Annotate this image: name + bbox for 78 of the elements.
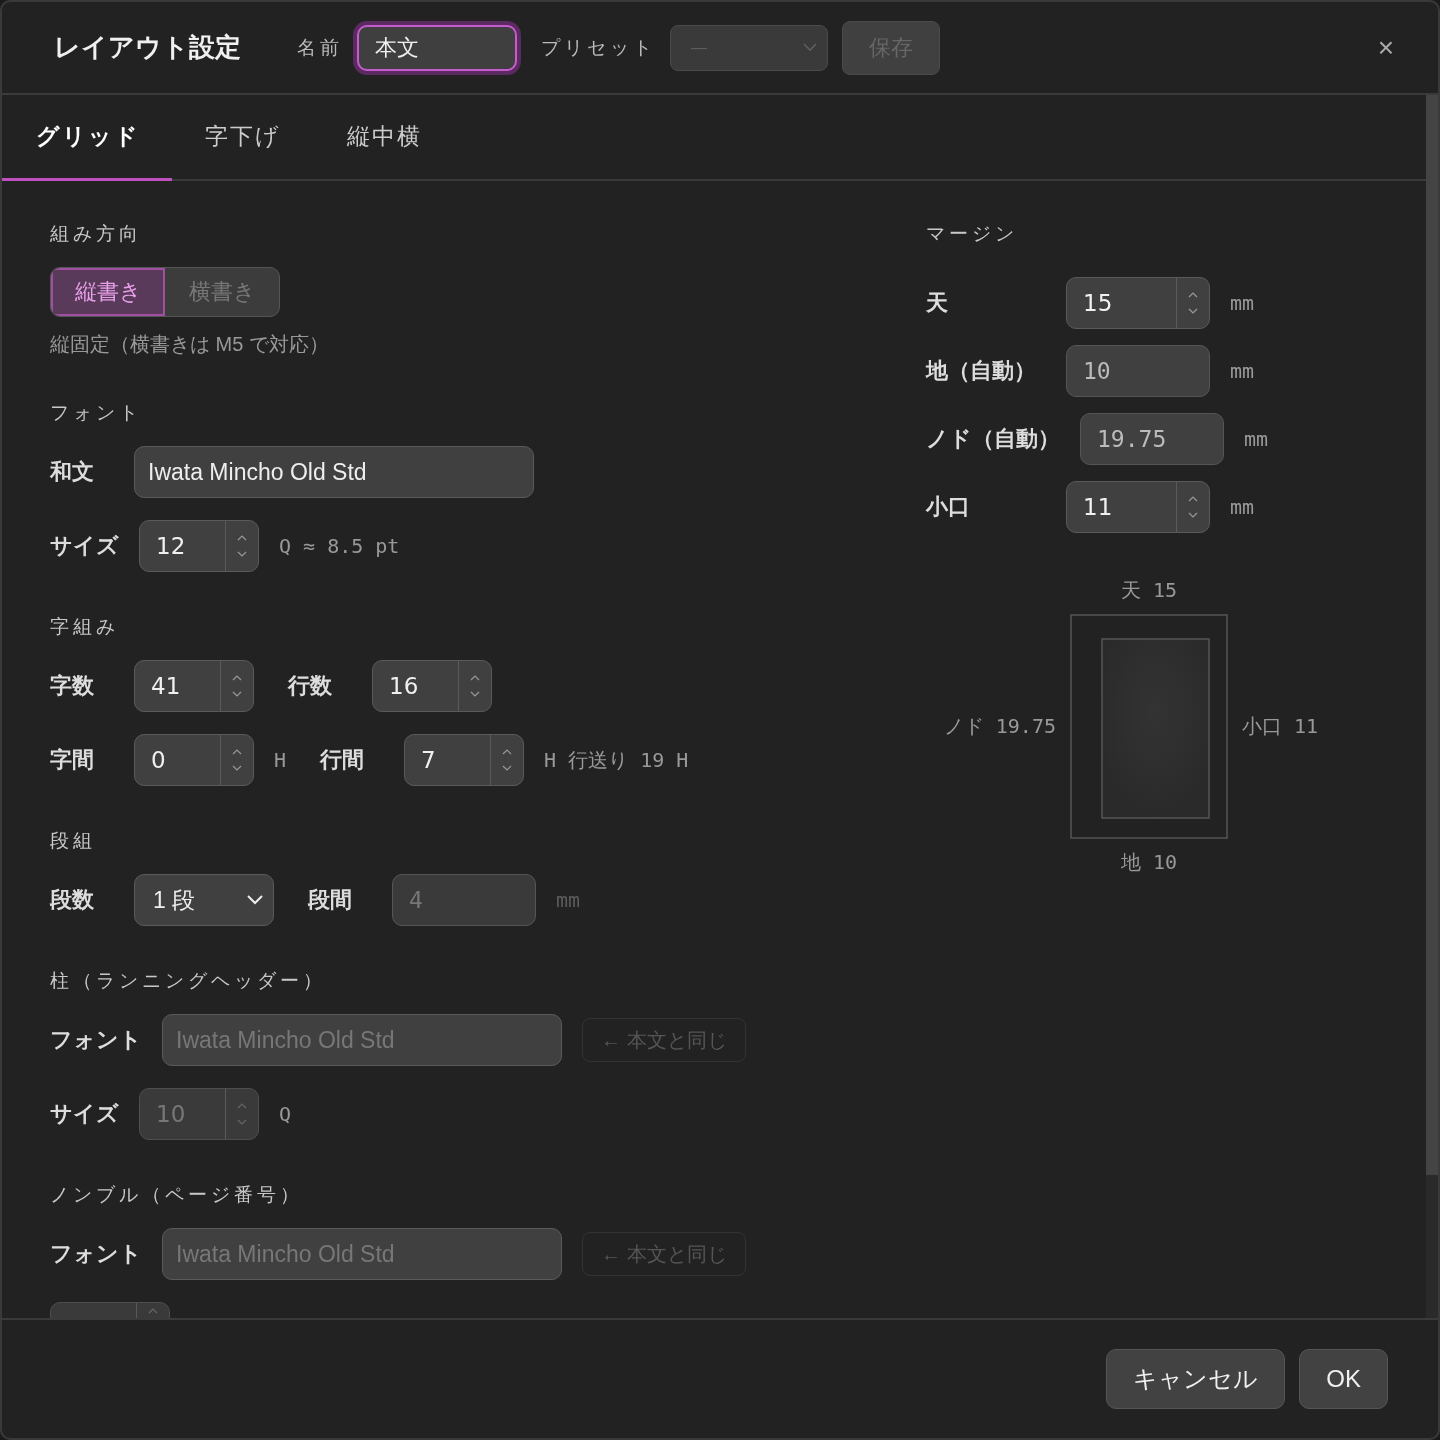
chevron-down-icon: [1188, 308, 1198, 314]
field-label: ノド（自動）: [926, 425, 1060, 453]
field-label: 和文: [50, 458, 95, 486]
chevron-up-icon: [1188, 496, 1198, 502]
unit-text: mm: [1244, 427, 1269, 451]
field-label: フォント: [50, 1240, 142, 1268]
chevron-up-icon: [232, 749, 242, 755]
field-label: 行間: [320, 746, 366, 774]
number-spinner[interactable]: 7: [404, 734, 525, 786]
number-spinner[interactable]: 15: [1066, 277, 1210, 329]
chevron-down-icon: [232, 765, 242, 771]
margin-label: 天 15: [1120, 577, 1178, 604]
chevron-down-icon: [470, 691, 480, 697]
field-label: 段間: [308, 886, 353, 914]
section-heading: 段組: [50, 829, 97, 853]
scrollbar-thumb[interactable]: [1426, 95, 1438, 1175]
chevron-up-icon: [148, 1308, 158, 1314]
section-heading: 組み方向: [50, 222, 143, 246]
number-spinner[interactable]: 16: [372, 660, 492, 712]
chevron-down-icon: [237, 551, 247, 557]
margin-label: 小口 11: [1242, 713, 1320, 740]
chevron-up-icon: [237, 1103, 247, 1109]
close-button[interactable]: ×: [1373, 31, 1398, 64]
chevron-down-icon: [502, 765, 513, 771]
hint-text: 縦固定（横書きは M5 で対応）: [50, 332, 329, 357]
field-label: 行数: [288, 672, 333, 700]
number-spinner[interactable]: 12: [139, 520, 259, 572]
section-heading: マージン: [926, 222, 1019, 246]
number-field[interactable]: 10: [1066, 345, 1210, 397]
tab[interactable]: 縦中横: [314, 95, 455, 181]
dialog-title: レイアウト設定: [54, 31, 241, 64]
unit-text: mm: [1230, 359, 1255, 383]
preset-label: プリセット: [541, 35, 656, 60]
field-label: 地（自動）: [926, 357, 1037, 385]
field-label: 字数: [50, 672, 95, 700]
segment-button[interactable]: 縦書き: [51, 268, 165, 316]
number-spinner[interactable]: 0: [134, 734, 254, 786]
field-label: 段数: [50, 886, 95, 914]
tab[interactable]: 字下げ: [172, 95, 314, 181]
field-label: フォント: [50, 1026, 142, 1054]
section-heading: フォント: [50, 401, 143, 425]
chevron-up-icon: [502, 749, 513, 755]
section-heading: 柱（ランニングヘッダー）: [50, 969, 327, 993]
field-label: 天: [926, 289, 949, 317]
chevron-up-icon: [237, 535, 247, 541]
unit-text: mm: [1230, 495, 1255, 519]
field-label: サイズ: [50, 532, 119, 560]
margin-label: 地 10: [1120, 849, 1178, 876]
field-label: 字間: [50, 746, 95, 774]
unit-text: H: [274, 748, 287, 772]
section-heading: 字組み: [50, 615, 120, 639]
unit-text: Q ≈ 8.5 pt: [279, 534, 400, 558]
dialog-button[interactable]: キャンセル: [1106, 1349, 1286, 1409]
columns-dropdown[interactable]: 1 段: [134, 874, 274, 926]
field-label: 小口: [926, 493, 971, 521]
number-spinner[interactable]: 41: [134, 660, 254, 712]
field-label: サイズ: [50, 1100, 119, 1128]
chevron-up-icon: [1188, 292, 1198, 298]
name-field[interactable]: 本文: [357, 24, 517, 71]
chevron-down-icon: [237, 1119, 247, 1125]
number-spinner[interactable]: 11: [1066, 481, 1210, 533]
chevron-up-icon: [470, 675, 480, 681]
number-field[interactable]: 19.75: [1080, 413, 1224, 465]
dialog-button[interactable]: OK: [1299, 1349, 1388, 1409]
tab[interactable]: グリッド: [2, 95, 172, 181]
chevron-down-icon: [803, 43, 817, 52]
chevron-down-icon: [1188, 512, 1198, 518]
font-field[interactable]: Iwata Mincho Old Std: [134, 446, 534, 498]
chevron-down-icon: [247, 895, 263, 905]
name-label: 名前: [297, 35, 343, 60]
unit-text: Q: [279, 1102, 292, 1126]
margin-label: ノド 19.75: [943, 713, 1056, 740]
unit-text: mm: [1230, 291, 1255, 315]
section-heading: ノンブル（ページ番号）: [50, 1183, 304, 1207]
chevron-down-icon: [232, 691, 242, 697]
unit-text: H 行送り 19 H: [544, 746, 689, 774]
unit-text: mm: [556, 888, 581, 912]
chevron-up-icon: [232, 675, 242, 681]
